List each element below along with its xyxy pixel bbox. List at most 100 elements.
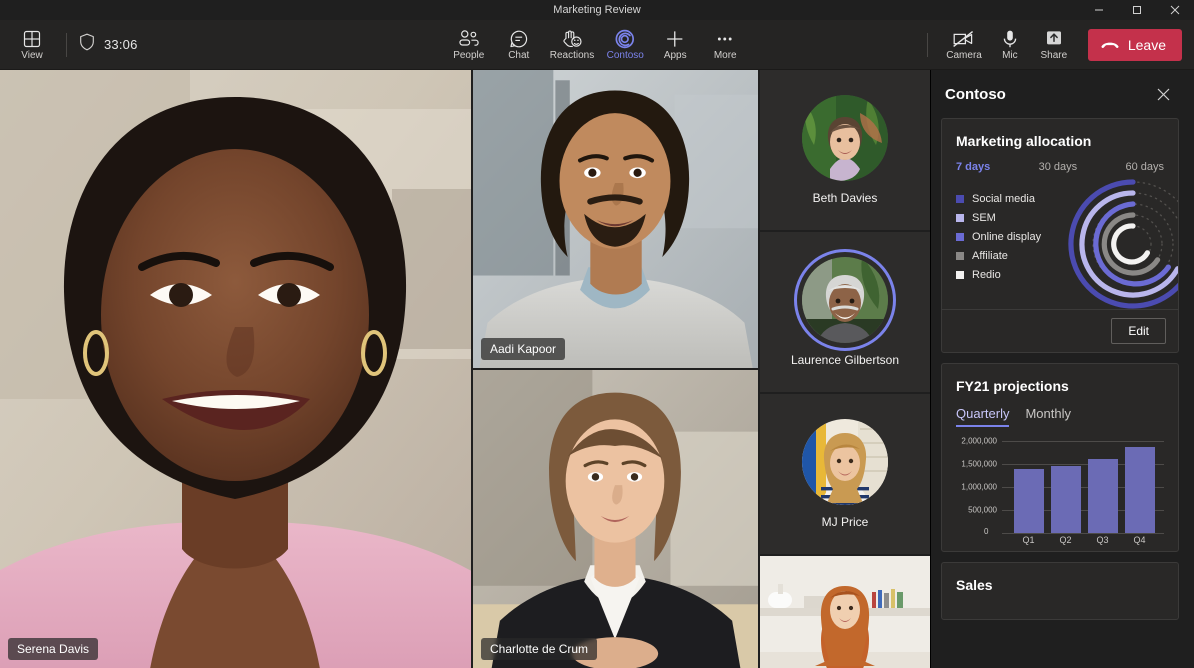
mic-button[interactable]: Mic bbox=[988, 27, 1032, 62]
avatar bbox=[802, 419, 888, 505]
reactions-button[interactable]: Reactions bbox=[544, 27, 600, 62]
legend-label: Redio bbox=[972, 269, 1001, 281]
ytick-label: 2,000,000 bbox=[961, 437, 997, 446]
plus-icon bbox=[665, 29, 685, 49]
bar-wrap bbox=[1014, 441, 1044, 533]
edit-button[interactable]: Edit bbox=[1111, 318, 1166, 344]
contoso-app-button[interactable]: Contoso bbox=[600, 27, 650, 62]
close-window-button[interactable] bbox=[1156, 0, 1194, 20]
close-icon[interactable] bbox=[1151, 82, 1175, 106]
roster-participant-name: Laurence Gilbertson bbox=[791, 353, 899, 367]
apps-button[interactable]: Apps bbox=[650, 27, 700, 62]
view-button[interactable]: View bbox=[10, 27, 54, 62]
participant-name-badge: Charlotte de Crum bbox=[481, 638, 597, 660]
legend-item: Redio bbox=[956, 269, 1164, 281]
card-title: Sales bbox=[956, 577, 1164, 593]
card-sales: Sales bbox=[941, 562, 1179, 620]
avatar bbox=[802, 95, 888, 181]
roster-participant-name: MJ Price bbox=[822, 515, 869, 529]
video-tile-column: Aadi Kapoor bbox=[473, 70, 758, 668]
card-title: FY21 projections bbox=[956, 378, 1164, 394]
apps-label: Apps bbox=[664, 50, 687, 61]
panel-header: Contoso bbox=[931, 70, 1189, 118]
meeting-stage: Serena Davis bbox=[0, 70, 1194, 668]
camera-button[interactable]: Camera bbox=[940, 27, 988, 62]
shield-icon bbox=[79, 33, 95, 56]
legend-swatch-sem bbox=[956, 214, 964, 222]
tab-quarterly[interactable]: Quarterly bbox=[956, 406, 1009, 427]
share-button[interactable]: Share bbox=[1032, 27, 1076, 62]
toolbar-right-group: Camera Mic bbox=[915, 27, 1194, 62]
xlabel-q2: Q2 bbox=[1051, 535, 1081, 545]
ellipsis-icon bbox=[715, 29, 735, 49]
chat-button[interactable]: Chat bbox=[494, 27, 544, 62]
share-label: Share bbox=[1041, 50, 1068, 61]
meeting-toolbar: View 33:06 bbox=[0, 20, 1194, 70]
people-button[interactable]: People bbox=[444, 27, 494, 62]
video-tile-main[interactable]: Serena Davis bbox=[0, 70, 471, 668]
range-7-days[interactable]: 7 days bbox=[956, 161, 990, 173]
window-controls bbox=[1080, 0, 1194, 20]
view-label: View bbox=[21, 50, 43, 61]
legend-item: SEM bbox=[956, 212, 1164, 224]
teams-meeting-window: Marketing Review bbox=[0, 0, 1194, 668]
bar-wrap bbox=[1125, 441, 1155, 533]
toolbar-left-group: View 33:06 bbox=[0, 27, 138, 62]
ytick-label-zero: 0 bbox=[984, 527, 988, 536]
participant-name-badge: Aadi Kapoor bbox=[481, 338, 565, 360]
video-tile-charlotte[interactable]: Charlotte de Crum bbox=[473, 370, 758, 668]
projections-tabs: Quarterly Monthly bbox=[956, 406, 1164, 427]
xlabel-q4: Q4 bbox=[1125, 535, 1155, 545]
card-inner: FY21 projections Quarterly Monthly 2,000… bbox=[942, 364, 1178, 551]
card-title: Marketing allocation bbox=[956, 133, 1164, 149]
ytick-label: 1,000,000 bbox=[961, 483, 997, 492]
minimize-button[interactable] bbox=[1080, 0, 1118, 20]
hangup-phone-icon bbox=[1100, 37, 1120, 53]
toolbar-center-group: People Chat bbox=[444, 27, 750, 62]
roster-tile-mj[interactable]: MJ Price bbox=[760, 394, 930, 554]
card-fy21-projections: FY21 projections Quarterly Monthly 2,000… bbox=[941, 363, 1179, 552]
chart-bars bbox=[1010, 441, 1158, 533]
camera-label: Camera bbox=[946, 50, 982, 61]
panel-body: Marketing allocation 7 days 30 days 60 d… bbox=[931, 118, 1189, 668]
meeting-timer-group: 33:06 bbox=[79, 33, 138, 56]
ytick-label: 500,000 bbox=[968, 506, 997, 515]
legend-item: Online display bbox=[956, 231, 1164, 243]
meeting-timer: 33:06 bbox=[104, 37, 138, 52]
more-button[interactable]: More bbox=[700, 27, 750, 62]
video-tile-aadi[interactable]: Aadi Kapoor bbox=[473, 70, 758, 368]
legend-swatch-redio bbox=[956, 271, 964, 279]
projections-bar-chart: 2,000,000 1,500,000 1,000,000 500,000 bbox=[956, 441, 1164, 551]
mic-label: Mic bbox=[1002, 50, 1018, 61]
contoso-label: Contoso bbox=[607, 50, 644, 61]
tab-monthly[interactable]: Monthly bbox=[1025, 406, 1071, 427]
card-inner: Marketing allocation 7 days 30 days 60 d… bbox=[942, 119, 1178, 299]
legend-label: Social media bbox=[972, 193, 1035, 205]
avatar-wrap bbox=[802, 95, 888, 181]
bar-q3[interactable] bbox=[1088, 459, 1118, 533]
avatar bbox=[802, 257, 888, 343]
share-upload-icon bbox=[1044, 29, 1064, 49]
window-title: Marketing Review bbox=[0, 0, 1194, 20]
people-icon bbox=[458, 29, 480, 49]
avatar-wrap bbox=[802, 419, 888, 505]
maximize-button[interactable] bbox=[1118, 0, 1156, 20]
chart-legend: Social media SEM Online display bbox=[956, 187, 1164, 281]
roster-tile-laurence[interactable]: Laurence Gilbertson bbox=[760, 232, 930, 392]
toolbar-divider bbox=[66, 33, 67, 57]
legend-label: Online display bbox=[972, 231, 1041, 243]
gridline bbox=[1002, 533, 1164, 534]
legend-item: Social media bbox=[956, 193, 1164, 205]
roster-participant-name: Beth Davies bbox=[813, 191, 878, 205]
leave-button[interactable]: Leave bbox=[1088, 29, 1182, 61]
raised-hand-icon bbox=[561, 29, 583, 49]
leave-label: Leave bbox=[1128, 37, 1166, 53]
xlabel-q1: Q1 bbox=[1014, 535, 1044, 545]
roster-tile-beth[interactable]: Beth Davies bbox=[760, 70, 930, 230]
bar-q1[interactable] bbox=[1014, 469, 1044, 533]
bar-q4[interactable] bbox=[1125, 447, 1155, 533]
roster-tile-video[interactable] bbox=[760, 556, 930, 668]
ytick-label: 1,500,000 bbox=[961, 460, 997, 469]
bar-q2[interactable] bbox=[1051, 466, 1081, 533]
chart-plot: 2,000,000 1,500,000 1,000,000 500,000 bbox=[1002, 441, 1164, 533]
